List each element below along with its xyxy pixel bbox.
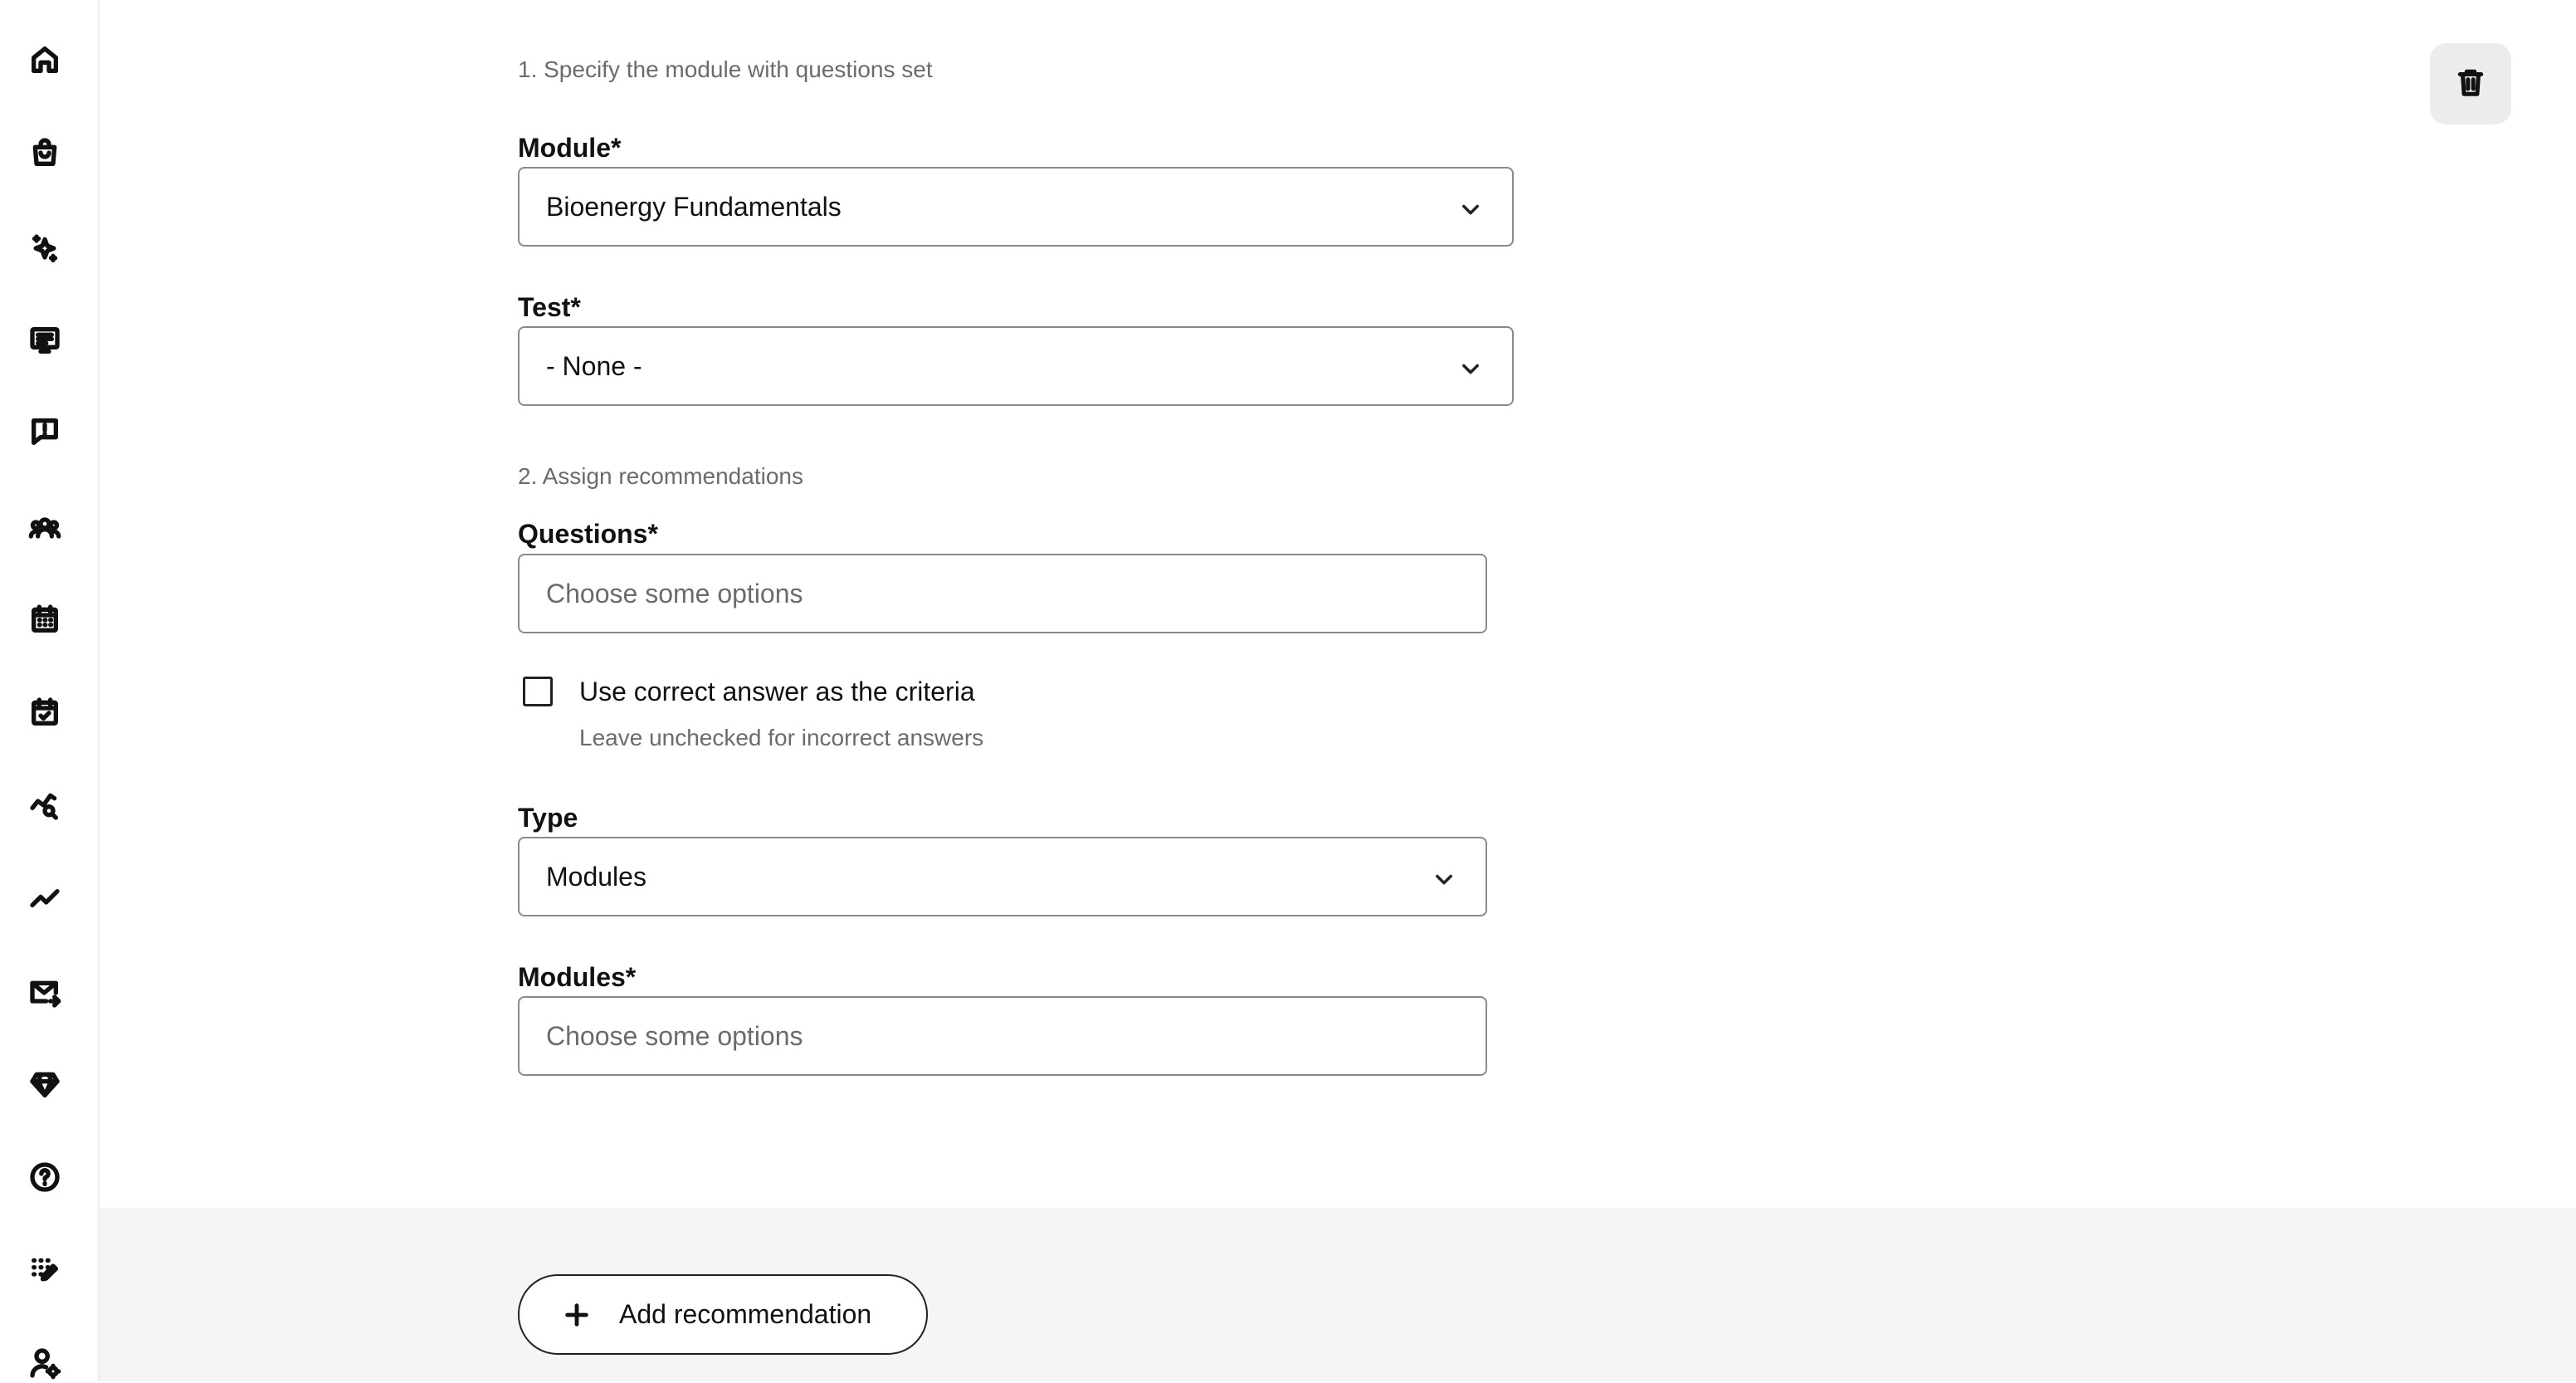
correct-answer-checkbox-label[interactable]: Use correct answer as the criteria bbox=[579, 677, 975, 707]
module-select-value: Bioenergy Fundamentals bbox=[546, 191, 842, 222]
users-icon[interactable] bbox=[25, 508, 65, 548]
grid-edit-icon[interactable] bbox=[25, 1250, 65, 1290]
test-label: Test* bbox=[518, 292, 581, 322]
chevron-down-icon bbox=[1432, 867, 1456, 890]
module-label: Module* bbox=[518, 133, 622, 163]
calendar-icon[interactable] bbox=[25, 599, 65, 639]
plus-icon bbox=[563, 1301, 591, 1329]
test-select[interactable]: - None - bbox=[518, 326, 1514, 406]
module-select[interactable]: Bioenergy Fundamentals bbox=[518, 167, 1514, 247]
chart-search-icon[interactable] bbox=[25, 785, 65, 825]
delete-recommendation-button[interactable] bbox=[2430, 43, 2511, 125]
trend-line-icon[interactable] bbox=[25, 878, 65, 918]
presentation-icon[interactable] bbox=[25, 320, 65, 360]
type-select-value: Modules bbox=[546, 861, 646, 892]
diamond-icon[interactable] bbox=[25, 1064, 65, 1104]
test-select-value: - None - bbox=[546, 350, 642, 381]
sidebar bbox=[0, 0, 100, 1381]
help-circle-icon[interactable] bbox=[25, 1157, 65, 1197]
message-alert-icon[interactable] bbox=[25, 412, 65, 452]
main-content: 1. Specify the module with questions set… bbox=[100, 0, 2576, 1381]
type-select[interactable]: Modules bbox=[518, 837, 1487, 916]
user-settings-icon[interactable] bbox=[25, 1343, 65, 1383]
questions-multiselect[interactable]: Choose some options bbox=[518, 554, 1487, 633]
calendar-check-icon[interactable] bbox=[25, 692, 65, 732]
step-2-label: 2. Assign recommendations bbox=[518, 463, 803, 489]
recommendation-form: 1. Specify the module with questions set… bbox=[100, 0, 2576, 1208]
mail-forward-icon[interactable] bbox=[25, 973, 65, 1013]
checkbox-help-text: Leave unchecked for incorrect answers bbox=[579, 725, 984, 750]
questions-placeholder: Choose some options bbox=[546, 578, 803, 608]
chevron-down-icon bbox=[1459, 197, 1482, 220]
modules-multiselect[interactable]: Choose some options bbox=[518, 996, 1487, 1076]
questions-label: Questions* bbox=[518, 519, 658, 549]
correct-answer-checkbox[interactable] bbox=[523, 677, 553, 706]
add-recommendation-label: Add recommendation bbox=[619, 1299, 872, 1329]
step-1-label: 1. Specify the module with questions set bbox=[518, 56, 933, 82]
modules-placeholder: Choose some options bbox=[546, 1020, 803, 1051]
type-label: Type bbox=[518, 803, 578, 833]
trash-icon bbox=[2455, 66, 2486, 102]
add-recommendation-button[interactable]: Add recommendation bbox=[518, 1274, 928, 1355]
sparkles-icon[interactable] bbox=[25, 229, 65, 269]
home-icon[interactable] bbox=[25, 40, 65, 80]
modules-label: Modules* bbox=[518, 962, 637, 992]
form-footer: Add recommendation bbox=[100, 1208, 2576, 1381]
chevron-down-icon bbox=[1459, 356, 1482, 379]
shopping-bag-icon[interactable] bbox=[25, 133, 65, 173]
